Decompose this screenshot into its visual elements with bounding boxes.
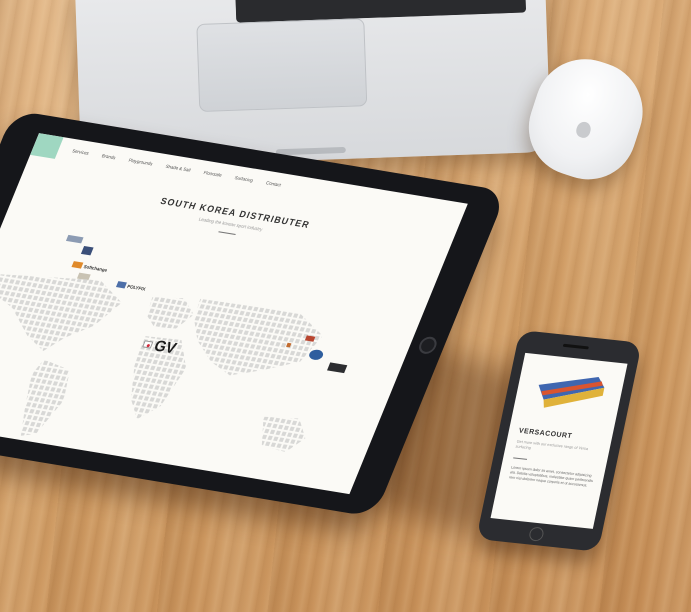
product-title: VERSACOURT (518, 427, 573, 441)
brand-logo[interactable] (80, 245, 94, 256)
nav-item-surfacing[interactable]: Surfacing (234, 175, 254, 183)
nav-item-brands[interactable]: Brands (101, 153, 117, 160)
brand-logo[interactable]: Softchange (71, 261, 108, 273)
nav-item-services[interactable]: Services (72, 148, 90, 156)
continent-south-america (20, 359, 70, 436)
keyboard (234, 0, 527, 23)
continent-asia (194, 298, 323, 376)
brand-logo[interactable] (65, 234, 84, 244)
continent-australia (261, 416, 306, 453)
phone: VERSACOURT Get more with our exclusive r… (476, 330, 642, 552)
brand-logo-mark (80, 245, 94, 256)
speaker-icon (562, 343, 589, 350)
flag-icon (71, 261, 84, 269)
tablet-screen: Services Brands Playgrounds Shade & Sail… (0, 133, 468, 495)
phone-screen: VERSACOURT Get more with our exclusive r… (490, 352, 628, 529)
nav-item-playgrounds[interactable]: Playgrounds (128, 157, 154, 166)
product-subtitle: Get more with our exclusive range of Ver… (515, 439, 589, 452)
trackpad (196, 18, 368, 112)
world-map (0, 274, 323, 453)
title-divider (218, 231, 236, 236)
nav-item-floorsafe[interactable]: Floorsafe (203, 169, 223, 177)
home-button (528, 526, 545, 542)
brand-name: Softchange (83, 263, 109, 273)
nav-item-contact[interactable]: Contact (265, 180, 282, 187)
product-divider (513, 457, 528, 460)
court-tile-image (538, 376, 605, 408)
product-body: Lorem ipsum dolor sit amet, consectetur … (508, 465, 594, 488)
continent-north-america (0, 274, 122, 351)
continent-europe (146, 297, 194, 329)
nav-item-shade[interactable]: Shade & Sail (165, 163, 192, 172)
brand-logo-mark (65, 234, 84, 244)
site-logo[interactable] (30, 133, 64, 159)
apple-logo-icon (574, 119, 593, 140)
home-button (416, 335, 440, 356)
